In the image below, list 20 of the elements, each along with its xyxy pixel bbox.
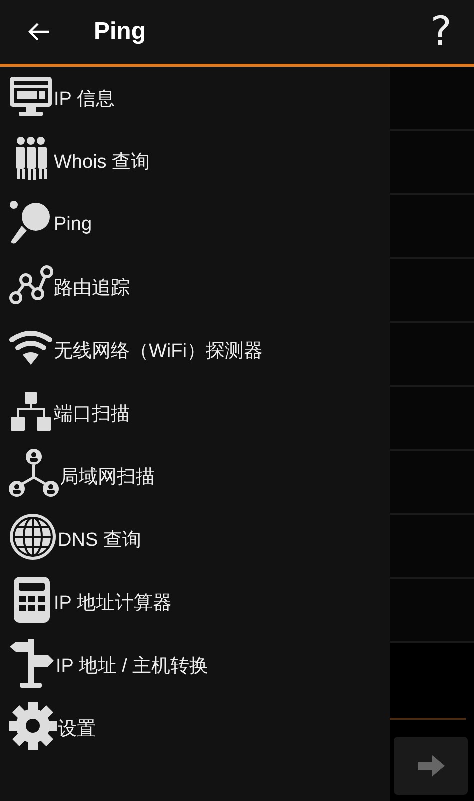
go-button[interactable]	[394, 737, 468, 795]
settings-icon	[8, 700, 58, 750]
drawer-item[interactable]: DNS 查询	[0, 508, 390, 571]
drawer-item[interactable]: IP 信息	[0, 67, 390, 130]
drawer-item[interactable]: 路由追踪	[0, 256, 390, 319]
drawer-item[interactable]: IP 地址计算器	[0, 571, 390, 634]
right-arrow-icon	[416, 753, 446, 779]
drawer-item[interactable]: IP 地址 / 主机转换	[0, 634, 390, 697]
signpost-icon	[8, 636, 56, 688]
drawer-item[interactable]: 端口扫描	[0, 382, 390, 445]
network-users-icon	[8, 448, 60, 500]
globe-icon	[8, 512, 58, 562]
screen-title: Ping	[94, 18, 147, 46]
back-arrow-icon	[27, 22, 51, 42]
drawer-item[interactable]: 无线网络（WiFi）探测器	[0, 319, 390, 382]
drawer-item[interactable]: Whois 查询	[0, 130, 390, 193]
drawer-item[interactable]: 设置	[0, 697, 390, 760]
drawer-item[interactable]: Ping	[0, 193, 390, 256]
drawer-item[interactable]: 局域网扫描	[0, 445, 390, 508]
help-button[interactable]: ?	[430, 9, 452, 55]
